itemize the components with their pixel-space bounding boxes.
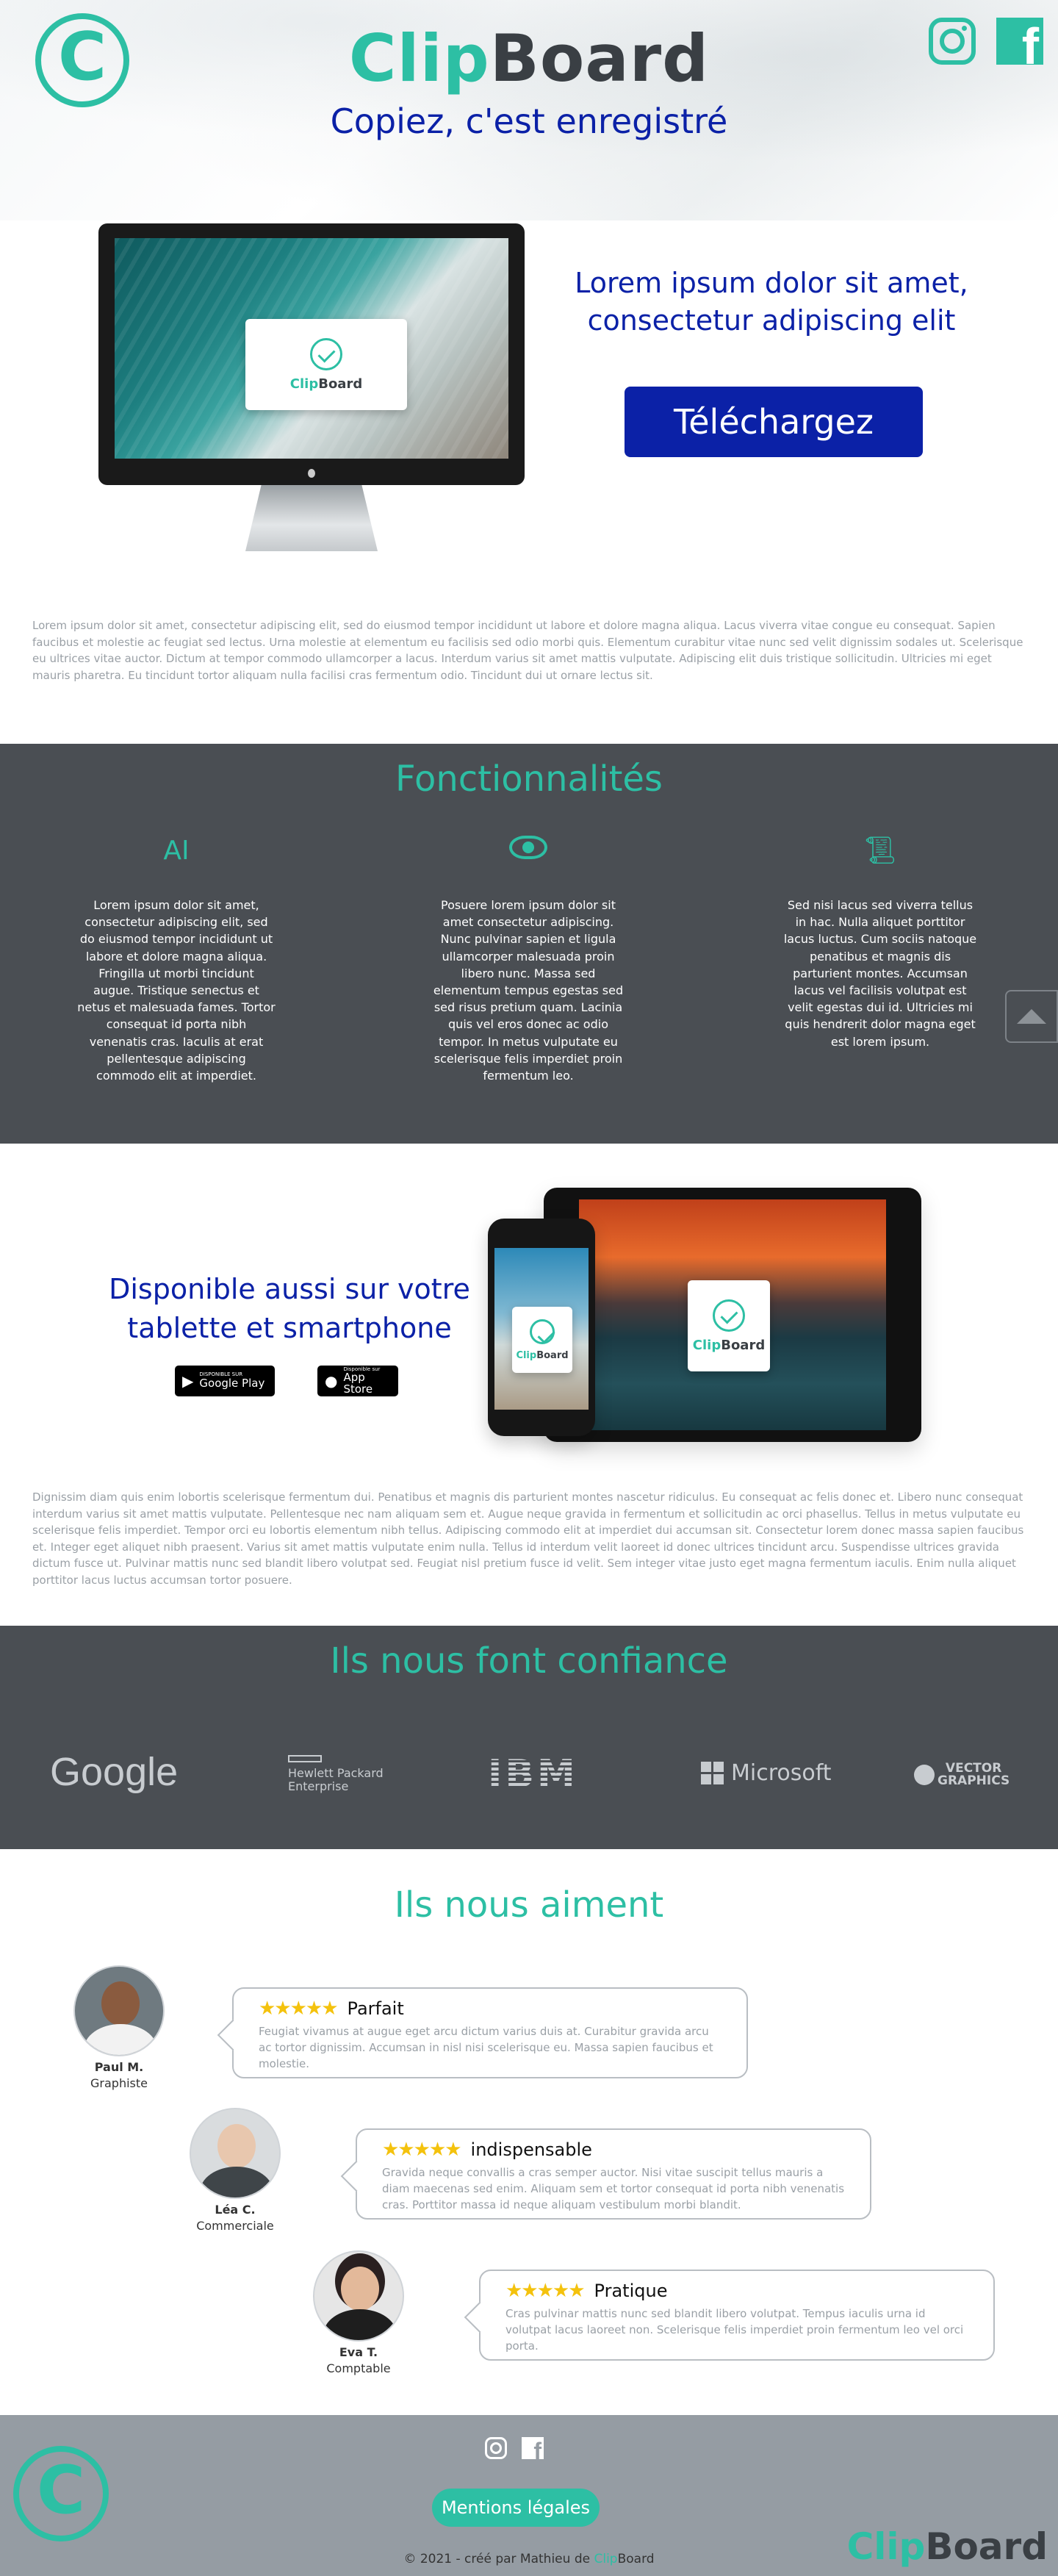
star-rating: ★★★★★ <box>259 1998 339 2020</box>
availability-headline: Disponible aussi sur votre tablette et s… <box>109 1273 470 1345</box>
star-rating: ★★★★★ <box>505 2280 586 2302</box>
apple-logo-icon <box>308 469 315 478</box>
facebook-icon[interactable]: f <box>522 2437 544 2459</box>
app-card: ClipBoard <box>245 319 407 410</box>
google-play-icon: ▶ <box>182 1372 194 1390</box>
mobile-availability-section: Disponible aussi sur votre tablette et s… <box>0 1144 1058 1626</box>
star-rating: ★★★★★ <box>382 2139 462 2161</box>
footer: C f Mentions légales © 2021 - créé par M… <box>0 2415 1058 2576</box>
scroll-to-top-button[interactable] <box>1005 990 1058 1043</box>
feature-item: 📜︎ Sed nisi lacus sed viverra tellus in … <box>781 832 979 1050</box>
avatar <box>190 2108 281 2199</box>
review-bubble: ★★★★★ Pratique Cras pulvinar mattis nunc … <box>479 2270 995 2361</box>
google-logo: Google <box>50 1750 179 1794</box>
review-bubble: ★★★★★ indispensable Gravida neque convall… <box>356 2128 871 2220</box>
arrow-up-icon <box>1017 1009 1046 1024</box>
footer-social-links: f <box>485 2437 544 2459</box>
avatar <box>73 1965 165 2056</box>
facebook-icon[interactable]: f <box>996 18 1043 65</box>
scroll-icon: 📜︎ <box>863 836 897 866</box>
checkmark-icon <box>310 337 342 370</box>
instagram-icon[interactable] <box>929 18 976 65</box>
desktop-monitor-image: ClipBoard <box>98 223 525 551</box>
intro-section: ClipBoard Lorem ipsum dolor sit amet, co… <box>0 220 1058 682</box>
microsoft-grid-icon <box>701 1762 724 1784</box>
app-card: ClipBoard <box>512 1307 572 1373</box>
reviewer-info: Léa C. Commerciale <box>196 2203 274 2234</box>
checkmark-icon <box>530 1319 555 1344</box>
hewlett-packard-logo: Hewlett Packard Enterprise <box>288 1755 384 1793</box>
footer-brand: ClipBoard <box>846 2525 1048 2568</box>
app-store-badge[interactable]: ● Disponible sur App Store <box>317 1366 398 1396</box>
intro-headline: Lorem ipsum dolor sit amet, consectetur … <box>575 267 968 337</box>
copyright-logo-icon[interactable]: C <box>13 2446 109 2541</box>
tagline: Copiez, c'est enregistré <box>330 101 728 141</box>
feature-text: Sed nisi lacus sed viverra tellus in hac… <box>783 898 977 1049</box>
smartphone-image: ClipBoard <box>488 1219 595 1436</box>
features-section: Fonctionnalités AI Lorem ipsum dolor sit… <box>0 744 1058 1144</box>
intro-paragraph: Lorem ipsum dolor sit amet, consectetur … <box>32 619 1023 682</box>
avatar <box>313 2250 404 2342</box>
ibm-logo: IBM <box>488 1752 578 1796</box>
reviews-title: Ils nous aiment <box>394 1884 664 1926</box>
review-bubble: ★★★★★ Parfait Feugiat vivamus at augue eg… <box>232 1987 748 2078</box>
microsoft-logo: Microsoft <box>701 1760 832 1786</box>
instagram-icon[interactable] <box>485 2437 507 2459</box>
partners-title: Ils nous font confiance <box>330 1640 728 1682</box>
reviewer-info: Eva T. Comptable <box>326 2345 391 2376</box>
features-title: Fonctionnalités <box>395 758 663 800</box>
feature-item: Posuere lorem ipsum dolor sit amet conse… <box>429 832 627 1084</box>
eye-icon <box>509 836 547 859</box>
vector-graphics-logo: VECTOR GRAPHICS <box>914 1762 1010 1787</box>
feature-text: Posuere lorem ipsum dolor sit amet conse… <box>433 898 624 1083</box>
partners-section: Ils nous font confiance Google Hewlett P… <box>0 1626 1058 1849</box>
text-recognition-icon: AI <box>163 836 190 866</box>
checkmark-icon <box>713 1299 745 1332</box>
feature-item: AI Lorem ipsum dolor sit amet, consectet… <box>77 832 276 1084</box>
google-play-badge[interactable]: ▶ DISPONIBLE SUR Google Play <box>175 1366 275 1396</box>
brand-title: ClipBoard <box>348 21 710 96</box>
reviews-section: Ils nous aiment Paul M. Graphiste ★★★★★ Pa… <box>0 1849 1058 2415</box>
social-links: f <box>929 18 1043 65</box>
feature-text: Lorem ipsum dolor sit amet, consectetur … <box>77 898 276 1083</box>
reviewer-info: Paul M. Graphiste <box>90 2060 148 2091</box>
hero-header: C ClipBoard Copiez, c'est enregistré f <box>0 0 1058 220</box>
download-button[interactable]: Téléchargez <box>625 387 923 457</box>
app-card: ClipBoard <box>688 1280 770 1371</box>
legal-notice-button[interactable]: Mentions légales <box>432 2489 600 2527</box>
apple-icon: ● <box>325 1372 338 1390</box>
tablet-image: ClipBoard <box>544 1188 921 1442</box>
availability-paragraph: Dignissim diam quis enim lobortis sceler… <box>32 1490 1024 1587</box>
